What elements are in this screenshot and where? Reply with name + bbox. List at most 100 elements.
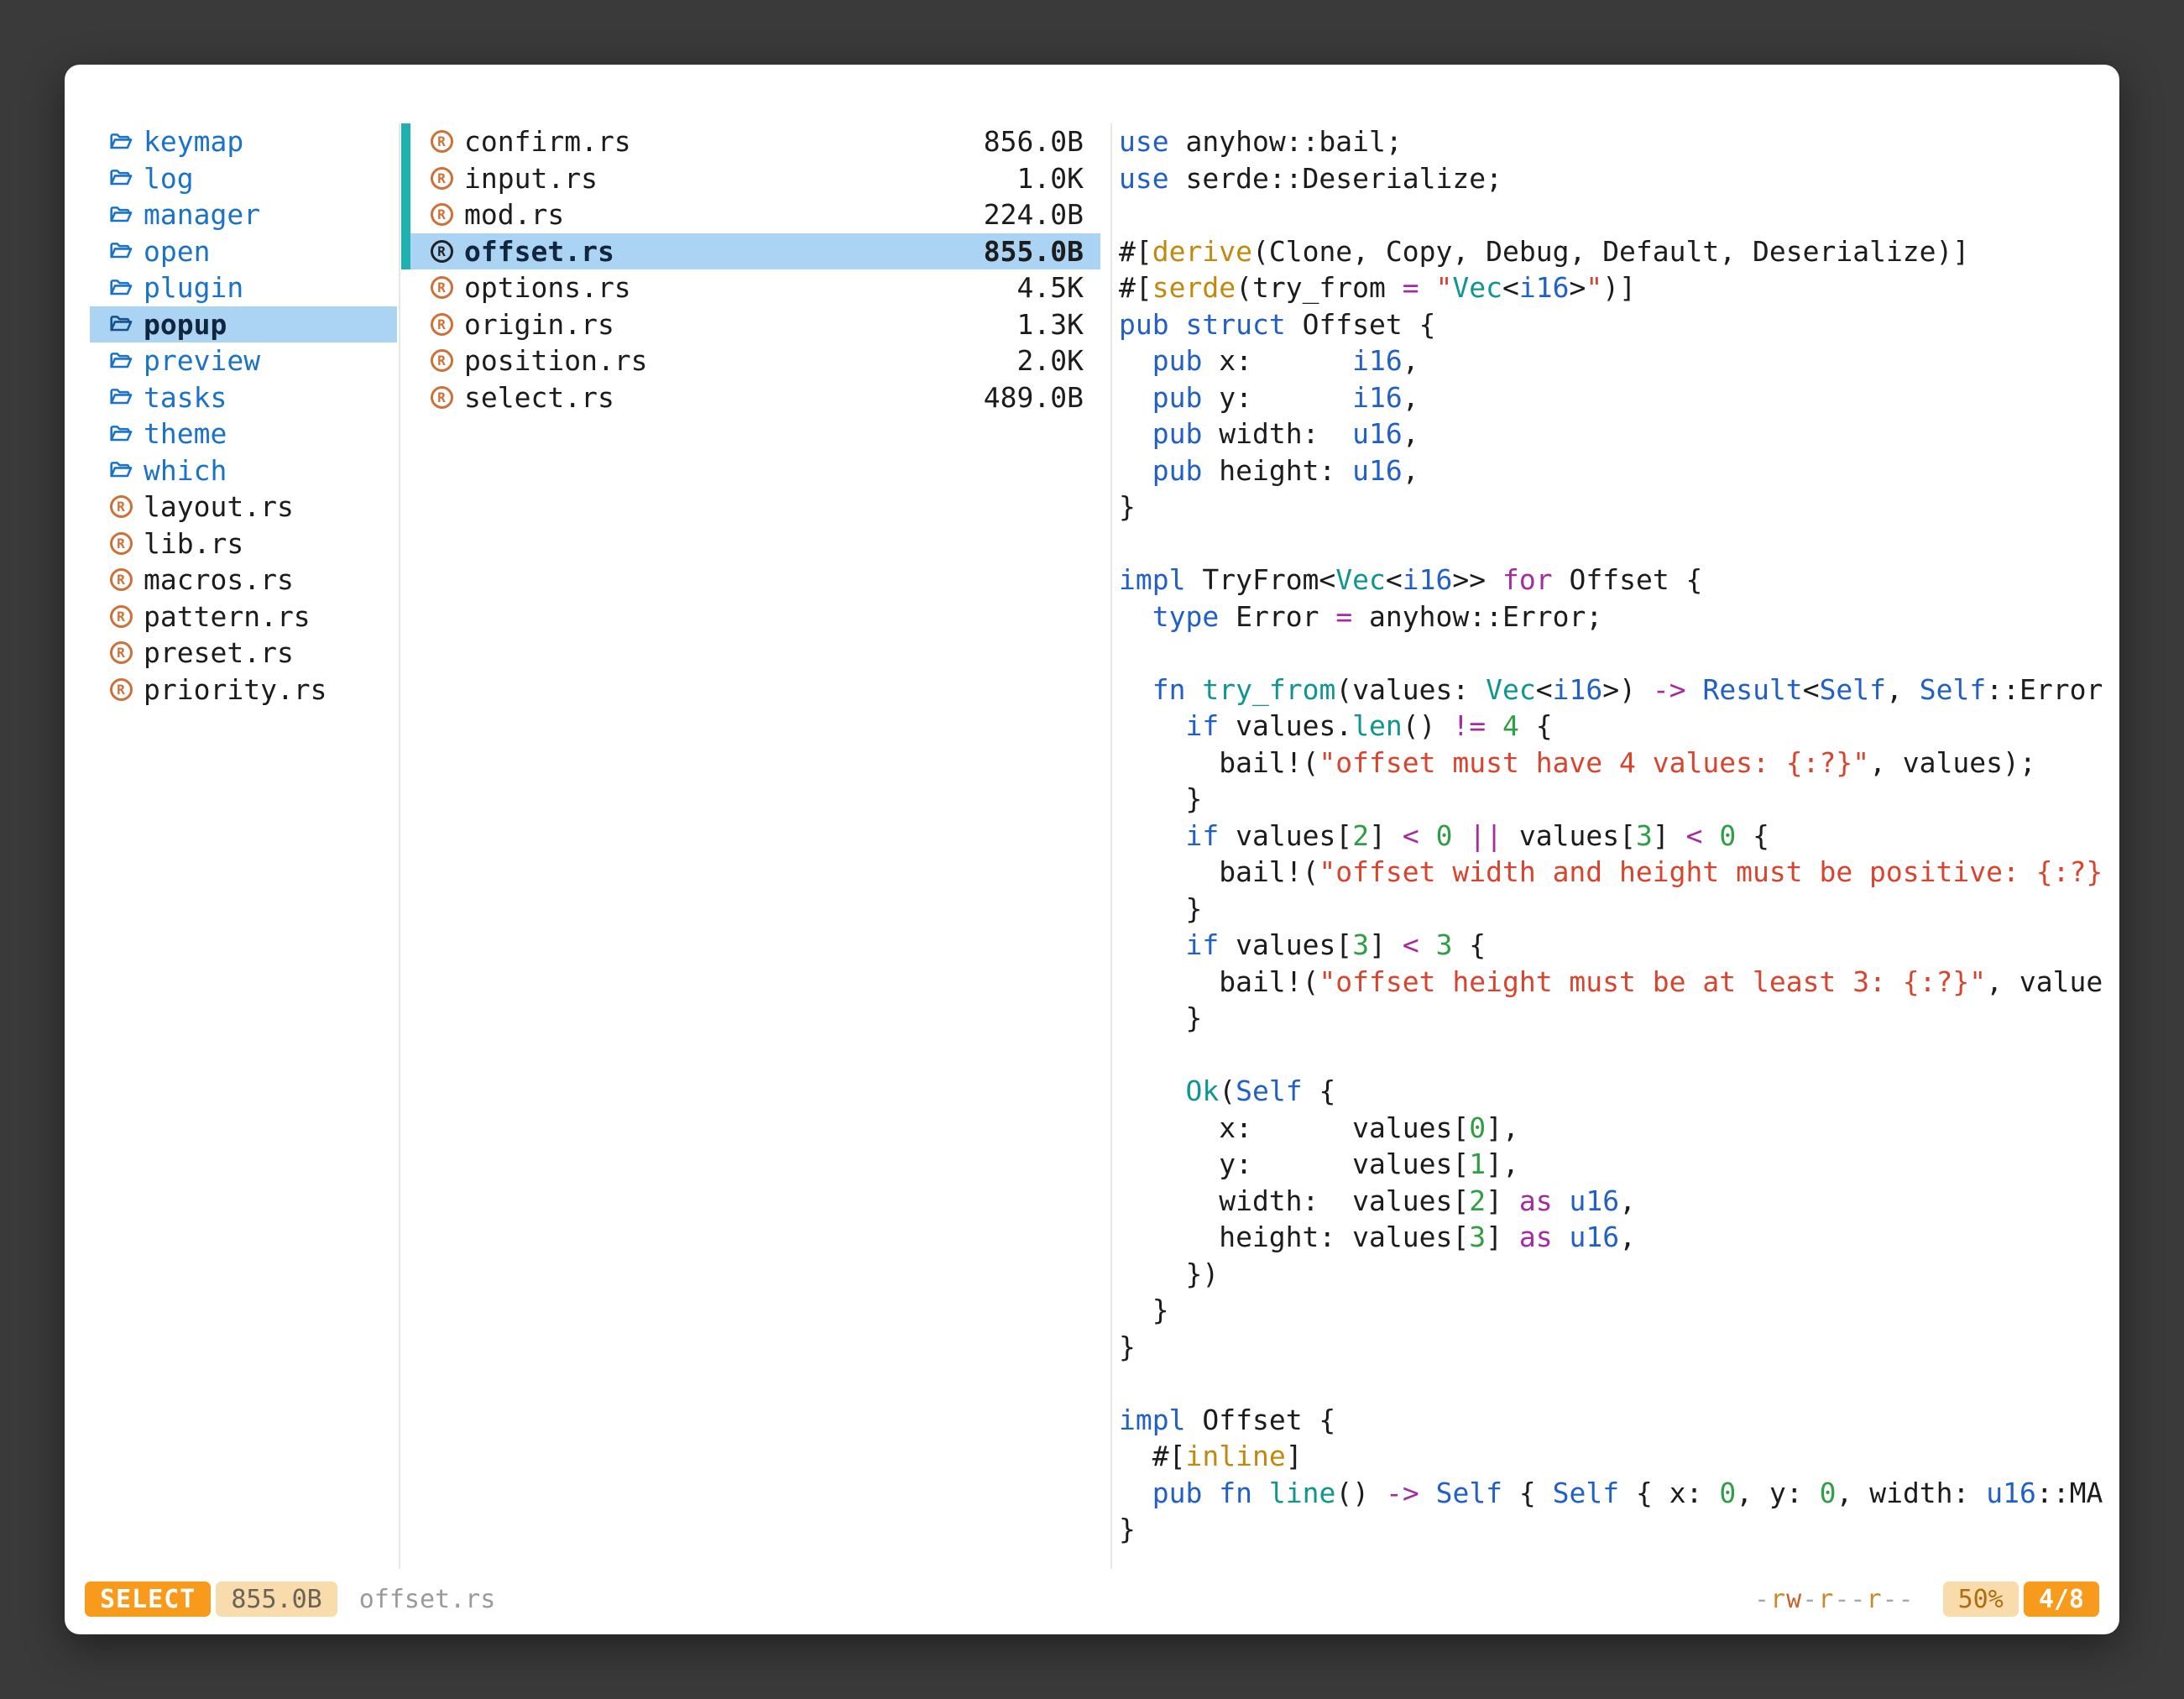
code-line: width: values[2] as u16, [1119,1183,2118,1220]
code-line: pub y: i16, [1119,379,2118,416]
file-row[interactable]: Roffset.rs855.0B [410,233,1100,270]
entry-name: popup [144,306,227,343]
code-line: pub width: u16, [1119,416,2118,452]
entry-name: preset.rs [144,635,294,672]
entry-name: options.rs [464,269,631,306]
code-line: bail!("offset height must be at least 3:… [1119,964,2118,1001]
rust-logo-glyph: R [110,532,133,555]
entry-name: mod.rs [464,196,564,233]
dir-row[interactable]: manager [90,196,397,233]
code-line: } [1119,489,2118,525]
entry-size: 489.0B [984,379,1084,416]
parent-pane: keymaplogmanageropenpluginpopuppreviewta… [90,123,397,708]
rust-logo-glyph: R [110,495,133,518]
dir-row[interactable]: popup [90,306,397,343]
file-row[interactable]: Rpattern.rs [90,599,397,635]
entry-name: position.rs [464,342,648,379]
code-line: #[serde(try_from = "Vec<i16>")] [1119,269,2118,306]
code-line: use serde::Deserialize; [1119,160,2118,197]
entry-name: open [144,233,210,270]
rust-file-icon: R [108,495,133,518]
file-row[interactable]: Rpriority.rs [90,672,397,708]
dir-row[interactable]: tasks [90,379,397,416]
pane-separator-left [399,123,400,1569]
entry-name: log [144,160,194,197]
code-line: if values.len() != 4 { [1119,708,2118,745]
status-right: -rw-r--r-- 50% 4/8 [1754,1581,2099,1617]
cursor-position-badge: 4/8 [2024,1581,2099,1617]
code-line: } [1119,1000,2118,1037]
file-row[interactable]: Rmacros.rs [90,562,397,599]
hovered-file-name: offset.rs [359,1585,496,1614]
code-line: type Error = anyhow::Error; [1119,599,2118,635]
dir-row[interactable]: plugin [90,269,397,306]
dir-row[interactable]: keymap [90,123,397,160]
terminal-window: keymaplogmanageropenpluginpopuppreviewta… [65,65,2119,1634]
code-line: if values[3] < 3 { [1119,927,2118,964]
entry-name: manager [144,196,260,233]
file-row[interactable]: Rmod.rs224.0B [410,196,1100,233]
entry-name: lib.rs [144,525,243,562]
code-line: bail!("offset width and height must be p… [1119,854,2118,891]
rust-file-icon: R [108,641,133,664]
file-row[interactable]: Rposition.rs 2.0K [410,342,1100,379]
file-row[interactable]: Rorigin.rs 1.3K [410,306,1100,343]
entry-name: confirm.rs [464,123,631,160]
entry-size: 4.5K [1017,269,1084,306]
code-line: height: values[3] as u16, [1119,1219,2118,1256]
file-row[interactable]: Rinput.rs1.0K [410,160,1100,197]
dir-row[interactable]: which [90,452,397,489]
file-row[interactable]: Roptions.rs 4.5K [410,269,1100,306]
rust-file-icon: R [429,349,454,372]
code-line: pub height: u16, [1119,452,2118,489]
dir-row[interactable]: theme [90,416,397,452]
rust-file-icon: R [429,203,454,226]
entry-size: 856.0B [984,123,1084,160]
dir-row[interactable]: open [90,233,397,270]
rust-logo-glyph: R [431,386,453,409]
entry-name: layout.rs [144,489,294,525]
code-line: } [1119,891,2118,928]
entry-name: which [144,452,227,489]
entry-name: plugin [144,269,243,306]
entry-name: macros.rs [144,562,294,599]
folder-open-icon [108,278,133,298]
entry-size: 855.0B [984,233,1084,270]
mode-badge: SELECT [85,1581,211,1617]
entry-size: 1.0K [1017,160,1084,197]
dir-row[interactable]: preview [90,342,397,379]
folder-open-icon [108,460,133,480]
folder-open-icon [108,424,133,444]
file-row[interactable]: Rselect.rs489.0B [410,379,1100,416]
file-row[interactable]: Rpreset.rs [90,635,397,672]
permissions: -rw-r--r-- [1754,1585,1915,1614]
status-bar: SELECT 855.0B offset.rs -rw-r--r-- 50% 4… [85,1581,2099,1618]
entry-name: origin.rs [464,306,614,343]
code-line: pub x: i16, [1119,342,2118,379]
folder-open-icon [108,168,133,188]
code-line: bail!("offset must have 4 values: {:?}",… [1119,745,2118,782]
entry-size: 1.3K [1017,306,1084,343]
code-line: } [1119,1511,2118,1548]
code-line [1119,196,2118,233]
entry-size: 2.0K [1017,342,1084,379]
file-row[interactable]: Rlayout.rs [90,489,397,525]
rust-file-icon: R [429,276,454,299]
code-line: pub fn line() -> Self { Self { x: 0, y: … [1119,1475,2118,1512]
code-line: }) [1119,1256,2118,1293]
folder-open-icon [108,314,133,334]
folder-open-icon [108,132,133,152]
entry-name: offset.rs [464,233,614,270]
rust-logo-glyph: R [431,313,453,336]
rust-file-icon: R [108,605,133,628]
rust-file-icon: R [429,130,454,153]
file-row[interactable]: Rlib.rs [90,525,397,562]
rust-logo-glyph: R [431,203,453,226]
code-line: Ok(Self { [1119,1073,2118,1110]
code-line [1119,1365,2118,1402]
dir-row[interactable]: log [90,160,397,197]
current-pane: Rconfirm.rs 856.0BRinput.rs1.0KRmod.rs224… [410,123,1100,416]
code-line: } [1119,1292,2118,1329]
rust-logo-glyph: R [110,678,133,701]
file-row[interactable]: Rconfirm.rs 856.0B [410,123,1100,160]
